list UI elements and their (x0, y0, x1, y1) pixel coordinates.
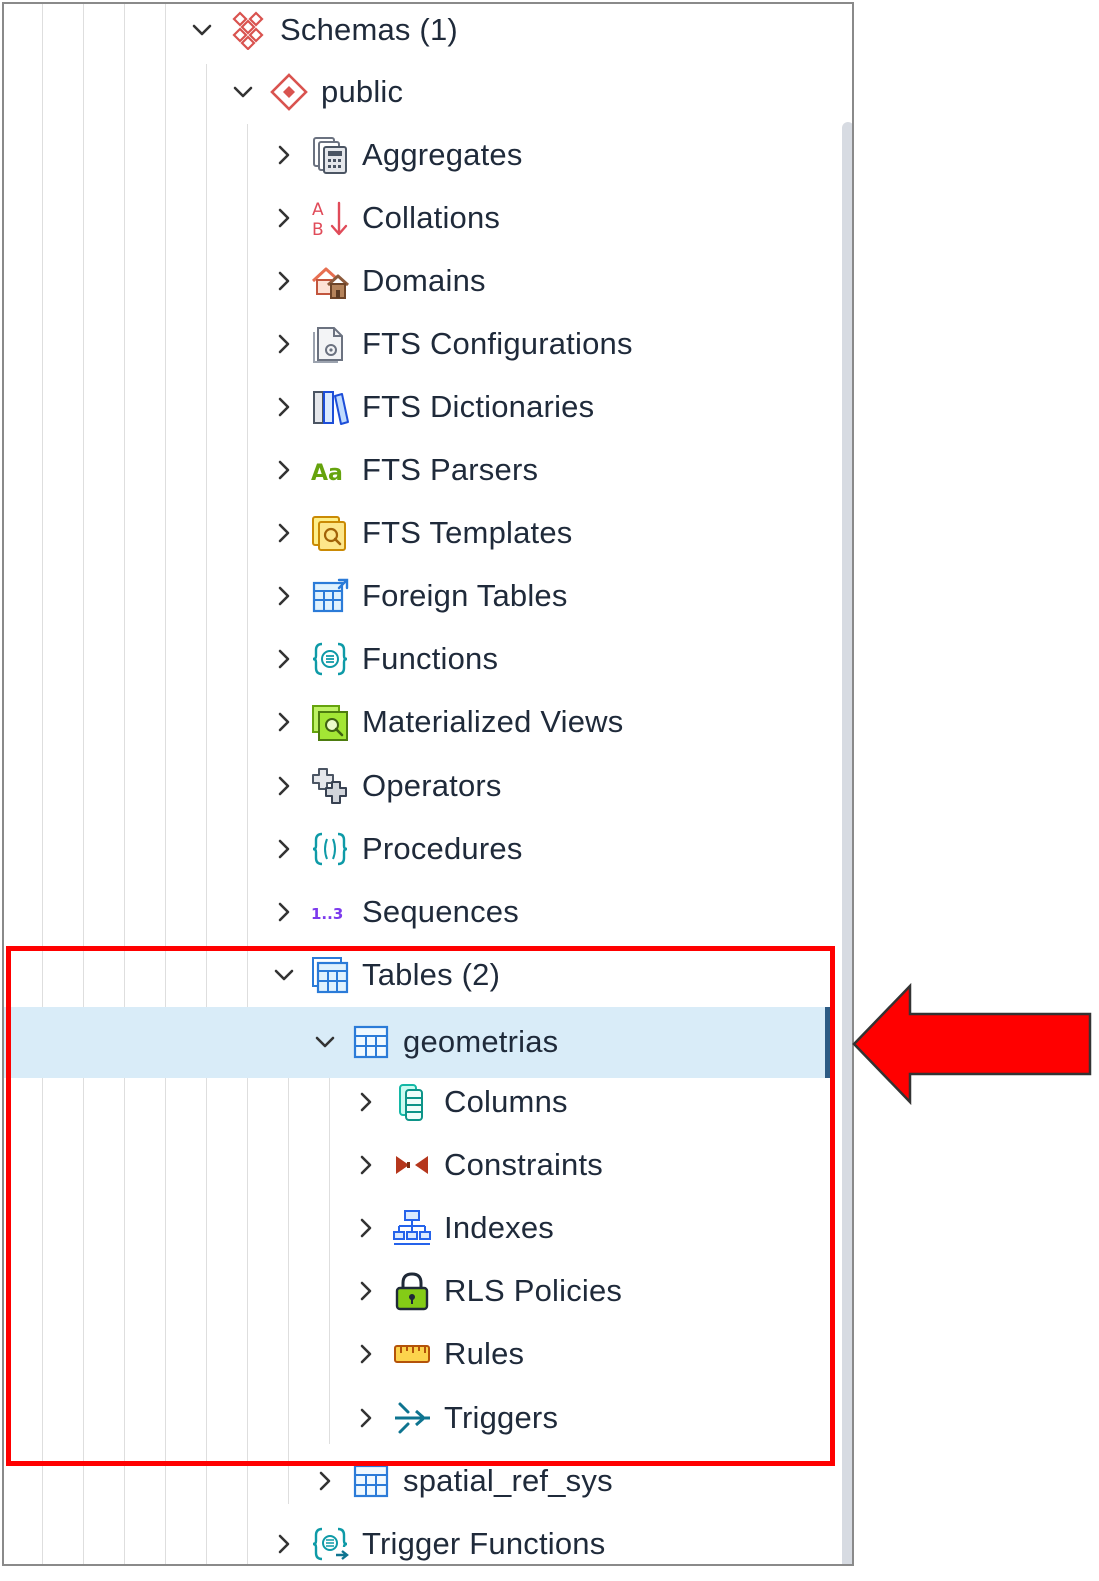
svg-text:Aa: Aa (311, 461, 343, 486)
vertical-scrollbar[interactable] (842, 122, 852, 1564)
tree-node-label: Operators (362, 768, 502, 803)
tree-node-fts-dictionaries[interactable]: FTS Dictionaries (272, 377, 594, 437)
chevron-right-icon[interactable] (272, 332, 296, 356)
schema-icon (269, 72, 309, 112)
tree-node-label: Functions (362, 641, 499, 676)
tree-node-label: Collations (362, 200, 501, 235)
tree-node-schemas[interactable]: Schemas (1) (190, 4, 458, 60)
tree-node-label: FTS Templates (362, 515, 573, 550)
house-icon (310, 261, 350, 301)
chevron-right-icon[interactable] (272, 647, 296, 671)
svg-text:B: B (312, 220, 324, 238)
tree-node-label: FTS Dictionaries (362, 389, 595, 424)
tree-node-sequences[interactable]: 1..3 Sequences (272, 882, 519, 942)
chevron-right-icon[interactable] (272, 206, 296, 230)
tree-node-collations[interactable]: A B Collations (272, 188, 500, 248)
tree-node-functions[interactable]: Functions (272, 629, 498, 689)
chevron-right-icon[interactable] (272, 143, 296, 167)
calculator-icon (310, 135, 350, 175)
chevron-right-icon[interactable] (272, 521, 296, 545)
document-gear-icon (310, 324, 350, 364)
chevron-down-icon[interactable] (190, 18, 214, 42)
chevron-right-icon[interactable] (272, 584, 296, 608)
tree-node-domains[interactable]: Domains (272, 251, 486, 311)
tree-node-materialized-views[interactable]: Materialized Views (272, 692, 623, 752)
chevron-right-icon[interactable] (272, 774, 296, 798)
chevron-right-icon[interactable] (272, 269, 296, 293)
tree-node-label: Sequences (362, 894, 519, 929)
text-aa-icon: Aa (310, 450, 350, 490)
tree-node-label: Materialized Views (362, 704, 624, 739)
tree-node-public[interactable]: public (231, 62, 403, 122)
tree-node-fts-templates[interactable]: FTS Templates (272, 503, 573, 563)
tree-node-label: Foreign Tables (362, 578, 568, 613)
foreign-table-icon (310, 576, 350, 616)
tree-node-operators[interactable]: Operators (272, 756, 502, 816)
chevron-right-icon[interactable] (272, 900, 296, 924)
tree-node-label: Aggregates (362, 137, 523, 172)
chevron-right-icon[interactable] (272, 710, 296, 734)
tree-node-label: FTS Configurations (362, 326, 633, 361)
tree-node-label: spatial_ref_sys (403, 1463, 613, 1498)
tree-node-label: Trigger Functions (362, 1526, 606, 1561)
schemas-icon (228, 10, 268, 50)
chevron-down-icon[interactable] (231, 80, 255, 104)
annotation-arrow-icon (852, 982, 1092, 1106)
tree-node-procedures[interactable]: Procedures (272, 819, 523, 879)
tree-node-label: FTS Parsers (362, 452, 539, 487)
operators-plus-icon (310, 766, 350, 806)
svg-text:1..3: 1..3 (311, 905, 343, 923)
tree-node-aggregates[interactable]: Aggregates (272, 125, 523, 185)
svg-text:A: A (312, 200, 324, 220)
chevron-right-icon[interactable] (313, 1469, 337, 1493)
materialized-view-icon (310, 702, 350, 742)
tree-node-trigger-functions[interactable]: Trigger Functions (272, 1514, 606, 1564)
tree-node-fts-parsers[interactable]: Aa FTS Parsers (272, 440, 538, 500)
sequence-icon: 1..3 (310, 892, 350, 932)
trigger-function-icon (310, 1524, 350, 1564)
table-icon (351, 1461, 391, 1501)
procedure-braces-icon (310, 829, 350, 869)
books-icon (310, 387, 350, 427)
tree-node-foreign-tables[interactable]: Foreign Tables (272, 566, 568, 626)
tree-node-label: Schemas (1) (280, 12, 458, 47)
tree-node-label: Procedures (362, 831, 523, 866)
sort-az-icon: A B (310, 198, 350, 238)
tree-node-fts-configurations[interactable]: FTS Configurations (272, 314, 633, 374)
chevron-right-icon[interactable] (272, 837, 296, 861)
chevron-right-icon[interactable] (272, 1532, 296, 1556)
highlight-box (6, 946, 835, 1466)
tree-node-label: public (321, 74, 404, 109)
chevron-right-icon[interactable] (272, 458, 296, 482)
tree-node-label: Domains (362, 263, 486, 298)
function-braces-icon (310, 639, 350, 679)
template-search-icon (310, 513, 350, 553)
chevron-right-icon[interactable] (272, 395, 296, 419)
